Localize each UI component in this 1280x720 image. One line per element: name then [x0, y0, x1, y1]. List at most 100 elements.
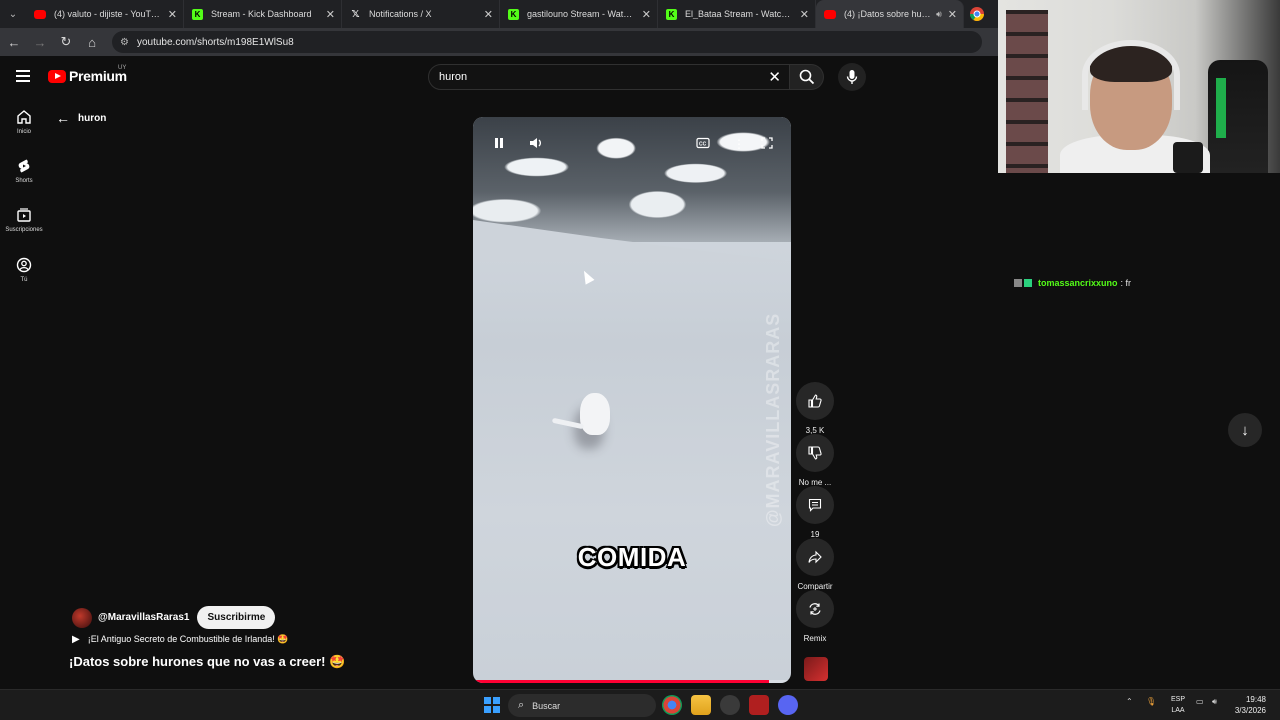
file-explorer-icon[interactable]: [691, 695, 711, 715]
tab-kick-gastilouno[interactable]: K gastilouno Stream - Watch Live ✕: [500, 0, 658, 28]
rail-item-subscriptions[interactable]: Suscripciones: [0, 207, 48, 233]
subscribe-button[interactable]: Suscribirme: [197, 606, 276, 629]
chrome-icon[interactable]: [968, 5, 986, 23]
channel-row: @MaravillasRaras1 Suscribirme: [72, 606, 276, 629]
volume-icon[interactable]: 🔊︎: [1212, 697, 1217, 707]
play-icon: ▶: [72, 634, 80, 645]
tab-x-notifications[interactable]: 𝕏 Notifications / X ✕: [342, 0, 500, 28]
close-tab-icon[interactable]: ✕: [484, 8, 493, 21]
related-video-link[interactable]: ▶ ¡El Antiguo Secreto de Combustible de …: [72, 634, 289, 645]
rail-item-home[interactable]: Inicio: [0, 109, 48, 135]
chat-username: tomassancrixxuno: [1038, 278, 1118, 288]
back-to-search-button[interactable]: ← huron: [56, 110, 106, 126]
search-button[interactable]: [790, 64, 824, 90]
kick-icon: K: [666, 8, 677, 20]
system-clock[interactable]: 19:48 3/3/2026: [1226, 694, 1266, 716]
close-tab-icon[interactable]: ✕: [326, 8, 335, 21]
remix-icon: [809, 603, 821, 615]
close-tab-icon[interactable]: ✕: [642, 8, 651, 21]
site-info-icon[interactable]: ⚙: [120, 37, 129, 48]
webcam-shelf: [1006, 10, 1048, 173]
search-box[interactable]: ✕: [428, 64, 790, 90]
tab-youtube-hurones[interactable]: (4) ¡Datos sobre hurones q 🔊︎ ✕: [816, 0, 964, 28]
webcam-headset: [1082, 40, 1180, 110]
windows-taskbar: ⌕ Buscar ⌃ 🎙︎ ESP LAA ▭ 🔊︎ 19:48 3/3/202…: [0, 689, 1280, 720]
discord-icon[interactable]: [778, 695, 798, 715]
volume-icon[interactable]: [529, 137, 543, 152]
tab-kick-elbataa[interactable]: K El_Bataa Stream - Watch Live o ✕: [658, 0, 816, 28]
back-icon[interactable]: ←: [2, 30, 26, 54]
search-icon: [799, 69, 814, 85]
share-icon: [808, 550, 822, 564]
video-watermark: @MARAVILLASRARAS: [763, 312, 783, 527]
youtube-icon: [824, 9, 836, 19]
pause-icon[interactable]: [493, 137, 505, 152]
settings-icon[interactable]: [720, 695, 740, 715]
microphone-icon[interactable]: 🎙︎: [1146, 697, 1156, 706]
tab-search-button[interactable]: ⌄: [0, 0, 26, 28]
tab-title: (4) valuto - dijiste - YouTube: [54, 9, 162, 19]
svg-text:CC: CC: [699, 142, 707, 148]
video-title: ¡Datos sobre hurones que no vas a creer!…: [69, 654, 346, 669]
taskbar-search[interactable]: ⌕ Buscar: [508, 694, 656, 717]
related-video-title: ¡El Antiguo Secreto de Combustible de Ir…: [87, 634, 289, 644]
chevron-up-icon[interactable]: ⌃: [1126, 697, 1133, 706]
home-icon[interactable]: ⌂: [80, 30, 104, 54]
close-tab-icon[interactable]: ✕: [948, 8, 957, 21]
share-button[interactable]: Compartir: [792, 538, 838, 591]
rail-label: Shorts: [15, 178, 33, 184]
video-progress-bar[interactable]: [473, 680, 791, 683]
avatar[interactable]: [72, 607, 92, 628]
youtube-icon: [34, 9, 46, 19]
ferret-in-snow: [580, 393, 610, 435]
clear-search-icon[interactable]: ✕: [768, 68, 781, 86]
shorts-video-player[interactable]: CC ⋮ @MARAVILLASRARAS COMIDA: [473, 117, 791, 683]
close-tab-icon[interactable]: ✕: [800, 8, 809, 21]
streaming-app-icon[interactable]: [749, 695, 769, 715]
you-icon: [16, 257, 32, 273]
arrow-left-icon: ←: [56, 110, 70, 126]
back-label: huron: [78, 112, 107, 124]
address-bar[interactable]: ⚙ youtube.com/shorts/m198E1WlSu8: [112, 31, 982, 53]
more-options-icon[interactable]: ⋮: [733, 137, 745, 151]
remix-button[interactable]: Remix: [796, 590, 834, 643]
reload-icon[interactable]: ↻: [54, 30, 78, 54]
captions-icon[interactable]: CC: [696, 137, 710, 152]
fullscreen-icon[interactable]: [761, 137, 773, 152]
comments-button[interactable]: 19: [796, 486, 834, 539]
tab-youtube-valuto[interactable]: (4) valuto - dijiste - YouTube ✕: [26, 0, 184, 28]
close-tab-icon[interactable]: ✕: [168, 8, 177, 21]
rail-label: Suscripciones: [5, 227, 43, 233]
language-indicator[interactable]: ESP LAA: [1168, 694, 1188, 716]
rail-item-you[interactable]: Tú: [0, 257, 48, 283]
channel-handle[interactable]: @MaravillasRaras1: [98, 612, 189, 623]
like-button[interactable]: 3,5 K: [796, 382, 834, 435]
channel-avatar-thumb[interactable]: [804, 657, 828, 681]
speaker-icon[interactable]: 🔊︎: [936, 9, 942, 20]
rail-item-shorts[interactable]: Shorts: [0, 158, 48, 184]
subscriptions-icon: [17, 208, 31, 222]
windows-start-icon[interactable]: [484, 697, 500, 713]
tab-kick-dashboard[interactable]: K Stream - Kick Dashboard ✕: [184, 0, 342, 28]
lang-layout: LAA: [1171, 707, 1185, 714]
youtube-premium-logo[interactable]: Premium UY: [48, 65, 127, 84]
kick-icon: K: [508, 8, 519, 20]
tab-title: El_Bataa Stream - Watch Live o: [685, 9, 794, 19]
webcam-microphone: [1173, 142, 1203, 173]
menu-icon[interactable]: [16, 70, 30, 82]
search-input[interactable]: [439, 71, 759, 83]
next-video-button[interactable]: ↓: [1228, 413, 1262, 447]
screen: ⌄ (4) valuto - dijiste - YouTube ✕ K Str…: [0, 0, 1280, 720]
logo-region: UY: [118, 65, 127, 71]
thumbs-down-icon: [808, 446, 822, 460]
comment-icon: [808, 498, 822, 512]
arrow-down-icon: ↓: [1241, 421, 1249, 439]
network-icon[interactable]: ▭: [1196, 697, 1204, 706]
microphone-icon: [846, 70, 858, 84]
tab-title: Notifications / X: [369, 9, 432, 19]
dislike-button[interactable]: No me ...: [796, 434, 834, 487]
browser-toolbar: ← → ↻ ⌂ ⚙ youtube.com/shorts/m198E1WlSu8: [0, 28, 998, 56]
chrome-taskbar-icon[interactable]: [662, 695, 682, 715]
voice-search-button[interactable]: [838, 63, 866, 91]
forward-icon[interactable]: →: [28, 30, 52, 54]
